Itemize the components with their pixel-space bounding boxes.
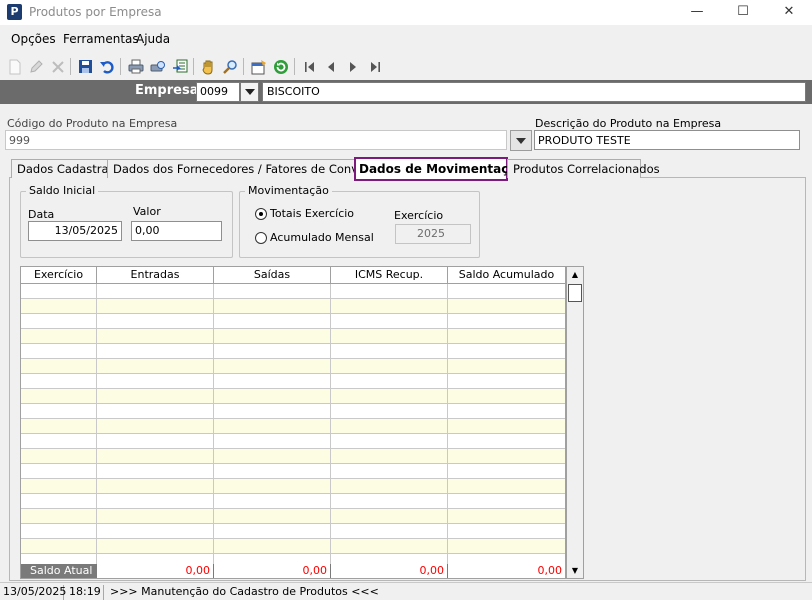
empresa-bar: Empresa 0099 BISCOITO xyxy=(0,80,812,104)
empresa-label: Empresa xyxy=(135,83,199,98)
scroll-up-icon[interactable]: ▲ xyxy=(567,267,583,283)
window-title: Produtos por Empresa xyxy=(29,5,162,19)
table-row[interactable] xyxy=(21,329,565,344)
saldo-atual-label: Saldo Atual xyxy=(21,564,97,578)
chevron-down-icon xyxy=(516,138,526,144)
table-row[interactable] xyxy=(21,404,565,419)
table-row[interactable] xyxy=(21,299,565,314)
table-row[interactable] xyxy=(21,449,565,464)
new-icon[interactable] xyxy=(5,57,24,76)
descricao-input[interactable]: PRODUTO TESTE xyxy=(534,130,800,150)
saldo-atual-saldo-acumulado: 0,00 xyxy=(448,564,565,578)
descricao-label: Descrição do Produto na Empresa xyxy=(535,117,722,130)
table-row[interactable] xyxy=(21,494,565,509)
data-input[interactable]: 13/05/2025 xyxy=(28,221,122,241)
table-row[interactable] xyxy=(21,509,565,524)
exercicio-label: Exercício xyxy=(394,209,444,222)
first-icon[interactable] xyxy=(300,57,319,76)
empresa-name-field: BISCOITO xyxy=(262,82,806,102)
empresa-dropdown-button[interactable] xyxy=(240,82,259,102)
column-header-icms[interactable]: ICMS Recup. xyxy=(331,267,448,284)
tab-fornecedores[interactable]: Dados dos Fornecedores / Fatores de Conv… xyxy=(107,159,390,178)
column-header-saldo-acumulado[interactable]: Saldo Acumulado xyxy=(448,267,565,284)
codigo-input[interactable]: 999 xyxy=(5,130,507,150)
table-row[interactable] xyxy=(21,539,565,554)
table-row[interactable] xyxy=(21,479,565,494)
saldo-inicial-title: Saldo Inicial xyxy=(26,184,99,197)
empresa-code-input[interactable]: 0099 xyxy=(196,82,240,102)
saldo-atual-entradas: 0,00 xyxy=(97,564,213,578)
saldo-atual-saidas: 0,00 xyxy=(214,564,330,578)
valor-input[interactable]: 0,00 xyxy=(131,221,222,241)
table-row[interactable] xyxy=(21,419,565,434)
refresh-icon[interactable] xyxy=(271,57,290,76)
print-icon[interactable] xyxy=(126,57,145,76)
status-date: 13/05/2025 xyxy=(0,585,66,600)
totais-exercicio-label[interactable]: Totais Exercício xyxy=(270,207,354,220)
save-icon[interactable] xyxy=(76,57,95,76)
column-header-saidas[interactable]: Saídas xyxy=(214,267,331,284)
status-time: 18:19 xyxy=(66,585,104,600)
grid-scrollbar[interactable]: ▲ ▼ xyxy=(566,266,584,579)
acumulado-mensal-label[interactable]: Acumulado Mensal xyxy=(270,231,374,244)
table-row[interactable] xyxy=(21,284,565,299)
saldo-atual-icms: 0,00 xyxy=(331,564,447,578)
app-icon: P xyxy=(7,4,22,20)
status-message: >>> Manutenção do Cadastro de Produtos <… xyxy=(110,585,379,598)
scroll-thumb[interactable] xyxy=(568,284,582,302)
export-icon[interactable] xyxy=(170,57,189,76)
close-button[interactable]: ✕ xyxy=(766,0,812,25)
edit-icon[interactable] xyxy=(26,57,45,76)
toolbar xyxy=(0,54,812,80)
scroll-down-icon[interactable]: ▼ xyxy=(567,563,583,579)
exercicio-field: 2025 xyxy=(395,224,471,244)
table-row[interactable] xyxy=(21,314,565,329)
hand-icon[interactable] xyxy=(199,57,218,76)
minimize-button[interactable]: — xyxy=(674,0,720,25)
next-icon[interactable] xyxy=(343,57,362,76)
codigo-label: Código do Produto na Empresa xyxy=(7,117,178,130)
valor-label: Valor xyxy=(133,205,161,218)
chevron-down-icon xyxy=(245,89,255,95)
table-row[interactable] xyxy=(21,359,565,374)
search-icon[interactable] xyxy=(220,57,239,76)
prev-icon[interactable] xyxy=(321,57,340,76)
tab-movimentacao[interactable]: Dados de Movimentação xyxy=(354,157,525,181)
codigo-dropdown-button[interactable] xyxy=(510,130,532,151)
undo-icon[interactable] xyxy=(97,57,116,76)
menu-ajuda[interactable]: Ajuda xyxy=(136,32,170,46)
menu-opcoes[interactable]: Opções xyxy=(11,32,56,46)
table-row[interactable] xyxy=(21,344,565,359)
title-bar: P Produtos por Empresa — ☐ ✕ xyxy=(0,0,812,25)
delete-icon[interactable] xyxy=(48,57,67,76)
menu-ferramentas[interactable]: Ferramentas xyxy=(63,32,139,46)
properties-icon[interactable] xyxy=(249,57,268,76)
tab-dados-cadastrais[interactable]: Dados Cadastrais xyxy=(11,159,118,178)
table-row[interactable] xyxy=(21,524,565,539)
print-preview-icon[interactable] xyxy=(148,57,167,76)
movimentacao-grid: Exercício Entradas Saídas ICMS Recup. Sa… xyxy=(20,266,566,579)
movimentacao-title: Movimentação xyxy=(245,184,332,197)
table-row[interactable] xyxy=(21,434,565,449)
last-icon[interactable] xyxy=(365,57,384,76)
tab-produtos-correlacionados[interactable]: Produtos Correlacionados xyxy=(507,159,660,178)
maximize-button[interactable]: ☐ xyxy=(720,0,766,25)
menu-bar: Opções Ferramentas Ajuda xyxy=(0,30,812,50)
table-row[interactable] xyxy=(21,389,565,404)
column-header-entradas[interactable]: Entradas xyxy=(97,267,214,284)
radio-acumulado-mensal[interactable] xyxy=(255,232,267,244)
table-row[interactable] xyxy=(21,374,565,389)
radio-totais-exercicio[interactable] xyxy=(255,208,267,220)
column-header-exercicio[interactable]: Exercício xyxy=(21,267,97,284)
footer-row: Saldo Atual 0,00 0,00 0,00 0,00 xyxy=(21,564,565,578)
status-bar: 13/05/2025 18:19 >>> Manutenção do Cadas… xyxy=(0,582,812,600)
data-label: Data xyxy=(28,208,55,221)
table-row[interactable] xyxy=(21,464,565,479)
tab-strip: Dados Cadastrais Dados dos Fornecedores … xyxy=(10,157,810,181)
